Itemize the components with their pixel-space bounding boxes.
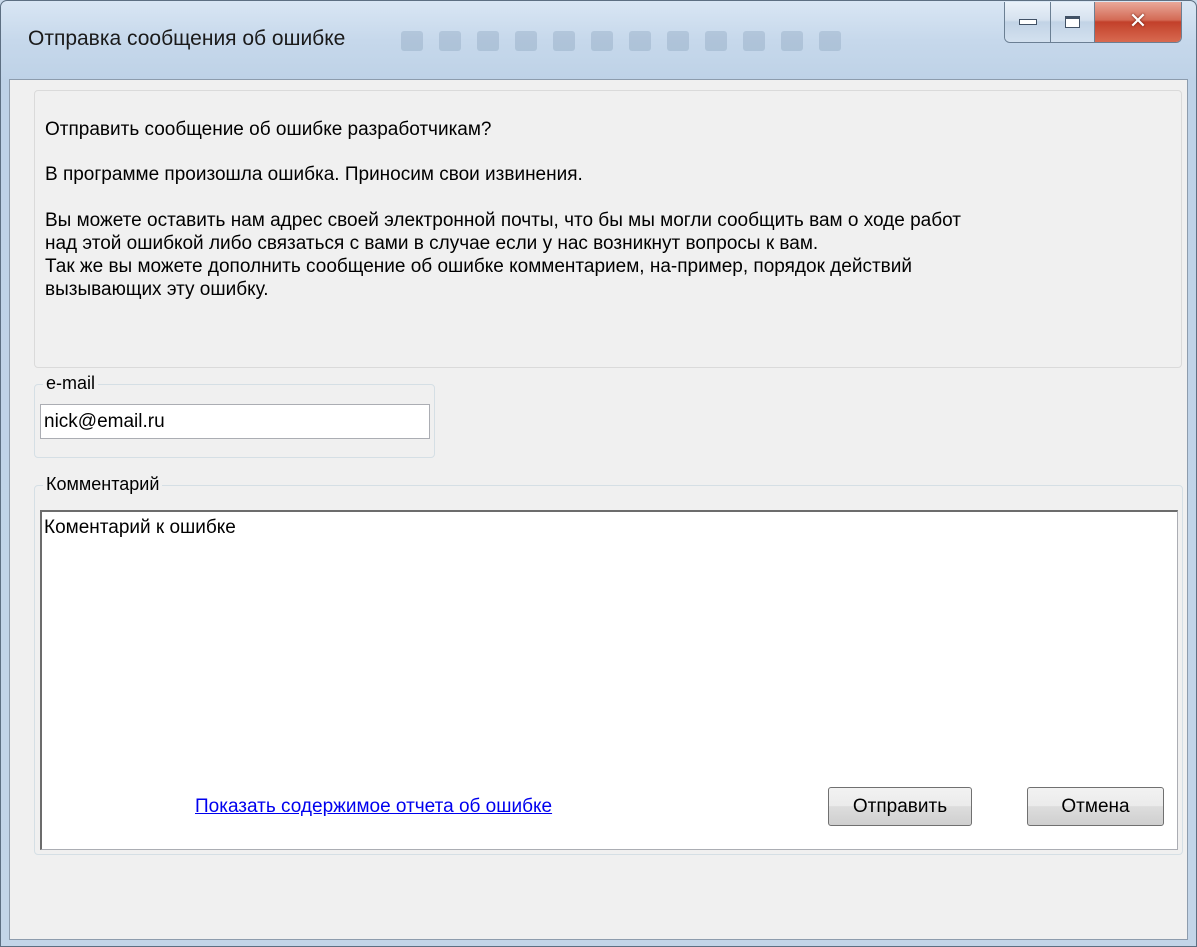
comment-label: Комментарий [43, 473, 163, 495]
message-line: Вы можете оставить нам адрес своей элект… [45, 210, 961, 231]
message-apology: В программе произошла ошибка. Приносим с… [45, 164, 583, 185]
close-icon: ✕ [1128, 9, 1148, 34]
email-field[interactable] [40, 404, 430, 439]
email-label: e-mail [43, 372, 99, 394]
window-title: Отправка сообщения об ошибке [28, 27, 346, 50]
send-button[interactable]: Отправить [828, 787, 972, 826]
message-line: вызывающих эту ошибку. [45, 279, 269, 300]
email-group: e-mail [34, 372, 435, 458]
message-line: над этой ошибкой либо связаться с вами в… [45, 233, 819, 254]
title-bar[interactable]: Отправка сообщения об ошибке ✕ [1, 1, 1196, 79]
minimize-icon [1018, 19, 1037, 25]
maximize-icon [1065, 16, 1080, 28]
dialog-client-area: Отправить сообщение об ошибке разработчи… [9, 79, 1188, 940]
show-report-link[interactable]: Показать содержимое отчета об ошибке [195, 796, 552, 818]
caption-buttons: ✕ [1004, 2, 1182, 43]
error-report-window: Отправка сообщения об ошибке ✕ Отправить… [0, 0, 1197, 947]
message-panel: Отправить сообщение об ошибке разработчи… [34, 90, 1182, 368]
message-question: Отправить сообщение об ошибке разработчи… [45, 119, 492, 140]
cancel-button[interactable]: Отмена [1027, 787, 1164, 826]
message-line: Так же вы можете дополнить сообщение об … [45, 256, 912, 277]
maximize-button[interactable] [1051, 2, 1095, 42]
minimize-button[interactable] [1005, 2, 1051, 42]
title-bar-background-toolbar [401, 31, 921, 53]
close-button[interactable]: ✕ [1095, 2, 1181, 42]
